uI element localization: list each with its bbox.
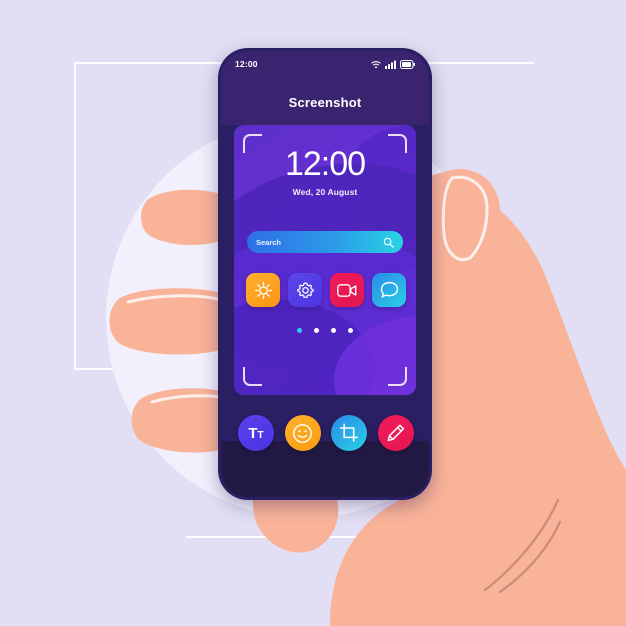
page-title: Screenshot <box>288 95 362 110</box>
app-icon-row <box>246 273 406 307</box>
clock-time: 12:00 <box>284 145 366 183</box>
capture-bracket-bottom-right <box>388 367 407 386</box>
status-bar: 12:00 <box>221 51 429 77</box>
status-icons <box>371 59 415 69</box>
app-icon-video[interactable] <box>330 273 364 307</box>
app-icon-chat[interactable] <box>372 273 406 307</box>
phone-screen: 12:00 Screenshot 12:00 Wed, 20 August Se… <box>221 51 429 497</box>
page-dot[interactable] <box>348 328 353 333</box>
editing-toolbar: TT <box>238 415 414 451</box>
smiley-icon <box>293 423 313 443</box>
status-time: 12:00 <box>235 59 258 69</box>
text-tool-icon: TT <box>248 424 264 442</box>
search-icon <box>383 237 394 248</box>
search-input[interactable]: Search <box>247 231 403 253</box>
page-indicator <box>234 328 416 333</box>
tool-emoji[interactable] <box>284 415 321 451</box>
phone-device: 12:00 Screenshot 12:00 Wed, 20 August Se… <box>218 48 432 500</box>
tool-crop[interactable] <box>331 415 368 451</box>
chat-bubble-icon <box>380 281 398 298</box>
signal-icon <box>385 60 396 69</box>
screenshot-preview-card: 12:00 Wed, 20 August Search <box>234 125 416 395</box>
page-dot[interactable] <box>331 328 336 333</box>
sun-icon <box>254 281 272 299</box>
clock-date: Wed, 20 August <box>292 187 358 197</box>
pencil-icon <box>387 424 405 442</box>
illustration-stage: 12:00 Screenshot 12:00 Wed, 20 August Se… <box>0 0 626 626</box>
tool-draw[interactable] <box>377 415 414 451</box>
battery-icon <box>400 59 415 69</box>
page-dot[interactable] <box>314 328 319 333</box>
app-icon-settings[interactable] <box>288 273 322 307</box>
page-dot[interactable] <box>297 328 302 333</box>
app-icon-brightness[interactable] <box>246 273 280 307</box>
video-camera-icon <box>337 283 357 297</box>
search-placeholder: Search <box>256 237 282 247</box>
crop-icon <box>340 423 359 442</box>
capture-bracket-bottom-left <box>243 367 262 386</box>
gear-icon <box>296 281 314 298</box>
tool-text[interactable]: TT <box>238 415 274 451</box>
wifi-icon <box>371 60 381 68</box>
